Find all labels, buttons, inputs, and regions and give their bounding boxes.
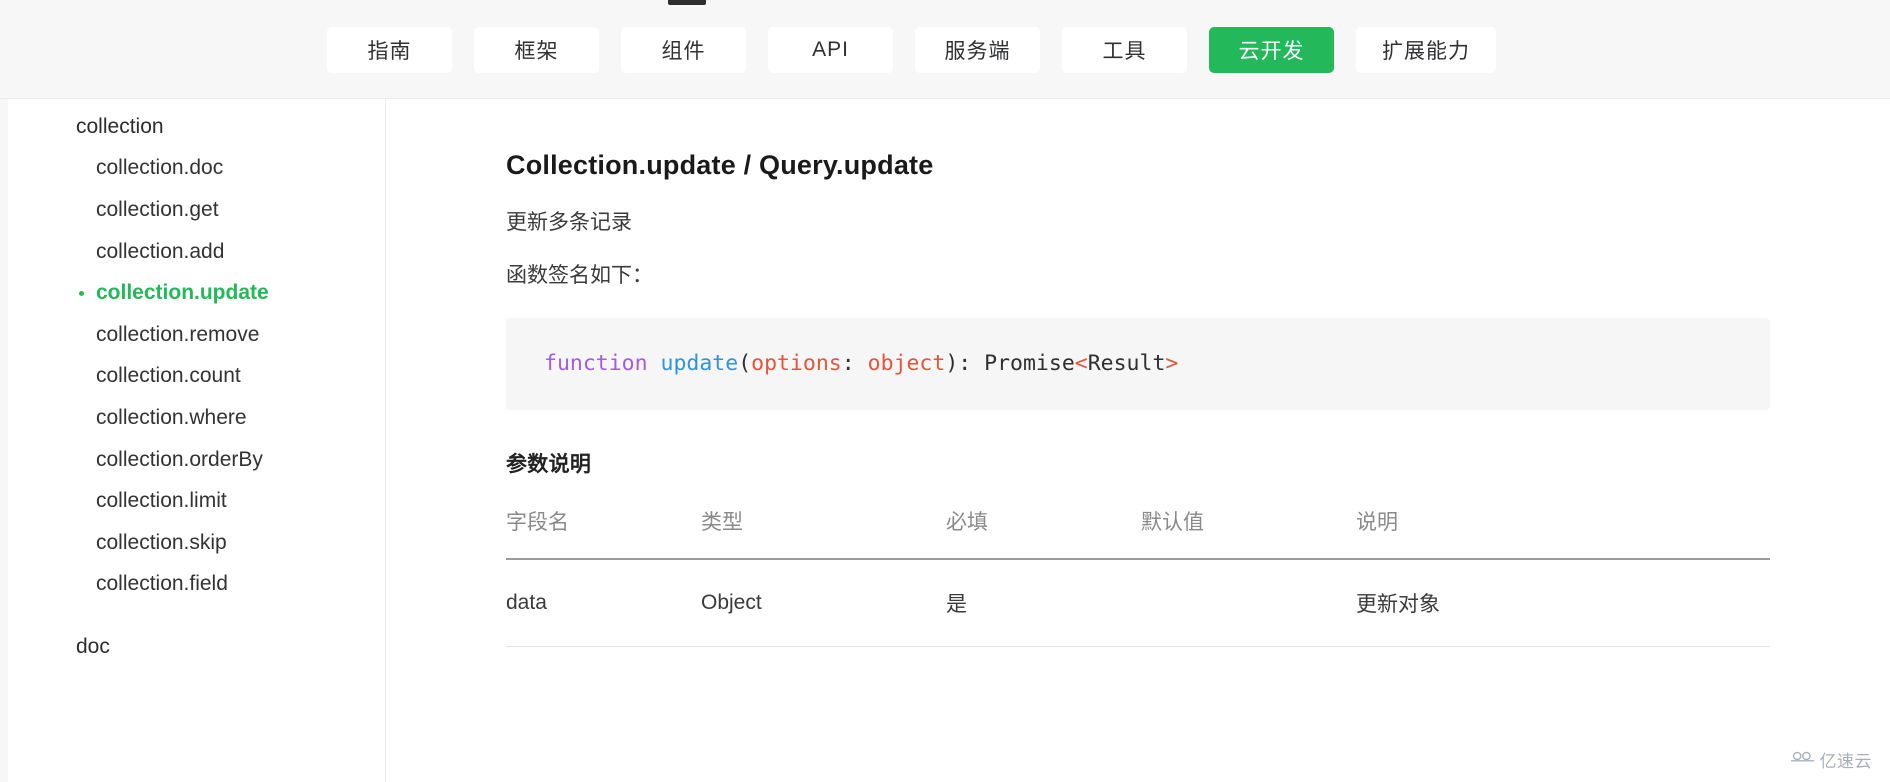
- code-token-close-paren: ): [945, 350, 959, 376]
- sidebar-item-label: collection.field: [96, 572, 228, 596]
- page-root: 指南 框架 组件 API 服务端 工具 云开发 扩展能力 collection …: [0, 0, 1890, 782]
- code-token-angle-open: <: [1074, 350, 1088, 376]
- sidebar-item-collection-orderby[interactable]: collection.orderBy: [0, 439, 385, 481]
- signature-intro-text: 函数签名如下：: [506, 264, 653, 288]
- sidebar-item-collection-where[interactable]: collection.where: [0, 397, 385, 439]
- table-header-desc: 说明: [1356, 506, 1770, 561]
- nav-tab-api[interactable]: API: [768, 26, 893, 73]
- nav-tab-label: 工具: [1102, 39, 1147, 63]
- nav-tab-label: 组件: [661, 39, 706, 63]
- active-bullet-icon: [79, 290, 84, 296]
- table-cell-field-name: data: [506, 559, 701, 648]
- table-header-default: 默认值: [1141, 506, 1356, 561]
- page-title: Collection.update / Query.update: [506, 150, 934, 180]
- nav-tab-tools[interactable]: 工具: [1062, 26, 1187, 73]
- cloud-icon: [1790, 749, 1816, 770]
- sidebar-spacer: [0, 605, 385, 619]
- table-cell-required: 是: [946, 559, 1141, 648]
- sidebar-item-collection-count[interactable]: collection.count: [0, 356, 385, 398]
- code-token-open-paren: (: [738, 350, 752, 376]
- nav-tab-extensions[interactable]: 扩展能力: [1356, 26, 1496, 73]
- sidebar-item-collection-skip[interactable]: collection.skip: [0, 522, 385, 564]
- code-token-return-type: Promise: [984, 350, 1075, 376]
- sidebar-group-label: doc: [76, 634, 110, 658]
- nav-tab-cloud-dev[interactable]: 云开发: [1209, 26, 1334, 73]
- table-cell-desc: 更新对象: [1356, 559, 1770, 648]
- params-section-title: 参数说明: [506, 453, 592, 477]
- nav-tab-guide[interactable]: 指南: [327, 26, 452, 73]
- code-token-param-name: options: [751, 350, 842, 376]
- top-navigation-tabs: 指南 框架 组件 API 服务端 工具 云开发 扩展能力: [327, 0, 1496, 99]
- nav-tab-label: 云开发: [1238, 39, 1305, 63]
- table-header-row: 字段名 类型 必填 默认值 说明: [506, 506, 1770, 561]
- sidebar-item-collection-limit[interactable]: collection.limit: [0, 480, 385, 522]
- code-token-angle-close: >: [1165, 350, 1179, 376]
- main-content-inner: Collection.update / Query.update 更新多条记录 …: [386, 99, 1890, 648]
- sidebar-item-label: collection.limit: [96, 489, 227, 513]
- table-cell-type: Object: [701, 559, 946, 648]
- sidebar-item-collection-doc[interactable]: collection.doc: [0, 148, 385, 190]
- table-cell-default: [1141, 559, 1356, 648]
- table-row: data Object 是 更新对象: [506, 559, 1770, 648]
- code-token-generic-type: Result: [1087, 350, 1166, 376]
- sidebar-item-label: collection.get: [96, 197, 219, 221]
- nav-tab-framework[interactable]: 框架: [474, 26, 599, 73]
- nav-tab-server[interactable]: 服务端: [915, 26, 1040, 73]
- sidebar-group-collection[interactable]: collection: [0, 106, 385, 148]
- code-token-return-colon: :: [958, 350, 985, 376]
- watermark-label: 亿速云: [1819, 752, 1872, 771]
- sidebar-item-label: collection.doc: [96, 156, 224, 180]
- table-header-type: 类型: [701, 506, 946, 561]
- nav-tab-label: 服务端: [944, 39, 1011, 63]
- table-body: data Object 是 更新对象: [506, 559, 1770, 648]
- table-header-required: 必填: [946, 506, 1141, 561]
- sidebar-group-label: collection: [76, 114, 164, 138]
- sidebar-nav-list: collection collection.doc collection.get…: [0, 106, 385, 668]
- sidebar-item-label: collection.count: [96, 364, 241, 388]
- sidebar-item-collection-add[interactable]: collection.add: [0, 231, 385, 273]
- code-token-keyword: function: [544, 350, 648, 376]
- sidebar-item-collection-remove[interactable]: collection.remove: [0, 314, 385, 356]
- code-token-colon: :: [841, 350, 868, 376]
- nav-tab-label: 指南: [367, 39, 412, 63]
- code-token-function-name: update: [660, 350, 739, 376]
- page-description: 更新多条记录: [506, 210, 632, 234]
- sidebar-item-collection-field[interactable]: collection.field: [0, 564, 385, 606]
- table-header-field-name: 字段名: [506, 506, 701, 561]
- nav-tab-label: 框架: [514, 39, 559, 63]
- sidebar-item-label: collection.skip: [96, 530, 227, 554]
- code-line: function update(options: object): Promis…: [506, 348, 1770, 380]
- parameters-table: 字段名 类型 必填 默认值 说明 data Object 是 更新对象: [506, 506, 1770, 648]
- nav-tab-label: API: [812, 37, 849, 61]
- watermark: 亿速云: [1790, 747, 1873, 772]
- nav-tab-label: 扩展能力: [1382, 39, 1470, 63]
- sidebar[interactable]: collection collection.doc collection.get…: [0, 99, 386, 782]
- sidebar-item-collection-update[interactable]: collection.update: [0, 272, 385, 314]
- sidebar-item-label: collection.orderBy: [96, 447, 263, 471]
- sidebar-item-label: collection.remove: [96, 322, 260, 346]
- sidebar-item-collection-get[interactable]: collection.get: [0, 189, 385, 231]
- code-block[interactable]: function update(options: object): Promis…: [506, 317, 1770, 411]
- sidebar-item-label: collection.add: [96, 239, 225, 263]
- sidebar-item-label: collection.where: [96, 405, 247, 429]
- main-content: Collection.update / Query.update 更新多条记录 …: [386, 99, 1890, 782]
- nav-tab-components[interactable]: 组件: [621, 26, 746, 73]
- top-navigation-bar: 指南 框架 组件 API 服务端 工具 云开发 扩展能力: [0, 0, 1890, 99]
- table-header: 字段名 类型 必填 默认值 说明: [506, 506, 1770, 561]
- code-token-param-type: object: [867, 350, 946, 376]
- sidebar-group-doc[interactable]: doc: [0, 626, 385, 668]
- sidebar-item-label: collection.update: [96, 281, 269, 305]
